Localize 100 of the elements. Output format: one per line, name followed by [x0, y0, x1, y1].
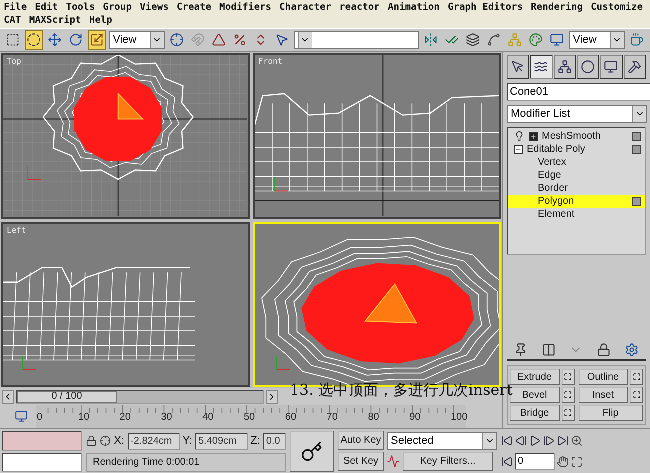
modifier-list-dropdown[interactable]: Modifier List — [507, 105, 647, 123]
cursor-icon — [511, 60, 526, 74]
stack-item[interactable]: Editable Poly — [508, 143, 645, 156]
stack-subitem[interactable]: Vertex — [508, 156, 645, 169]
next-button[interactable] — [266, 390, 278, 404]
dashed-circle-icon — [27, 33, 42, 47]
key-filters-button[interactable]: Key Filters... — [403, 452, 493, 471]
settings-button[interactable] — [630, 387, 643, 403]
menu-item[interactable]: Edit — [35, 1, 58, 14]
minus-icon[interactable] — [514, 145, 523, 154]
menu-item[interactable]: Views — [140, 1, 169, 14]
key-button[interactable] — [290, 431, 334, 472]
tick-label: 60 — [285, 412, 297, 423]
wheel-icon — [581, 60, 596, 74]
menu-item[interactable]: CAT — [4, 14, 22, 27]
key-icon — [301, 440, 323, 462]
menu-item[interactable]: Tools — [66, 1, 96, 14]
coordinate-field[interactable]: 0.0 — [263, 432, 286, 450]
coordinate-field[interactable]: 5.409cm — [195, 432, 248, 450]
skip-forward-icon — [557, 434, 569, 446]
menu-item[interactable]: Help — [89, 14, 112, 27]
polygon-tool-button[interactable]: Inset — [578, 387, 628, 403]
play-icon — [529, 434, 541, 446]
magnet-icon — [190, 33, 205, 47]
tick-label: 100 — [451, 412, 468, 423]
tick-label: 10 — [78, 412, 90, 423]
dropdown[interactable]: View — [569, 31, 625, 49]
toolbar-button[interactable] — [25, 30, 44, 50]
dropdown[interactable] — [294, 31, 420, 49]
menu-item[interactable]: Rendering — [531, 1, 584, 14]
settings-button[interactable] — [562, 405, 574, 421]
hammer-icon — [628, 60, 642, 74]
menu-item[interactable]: Animation — [388, 1, 440, 14]
menu-item[interactable]: Group — [103, 1, 132, 14]
crosshair-icon — [100, 435, 112, 447]
toggle-chip[interactable] — [632, 197, 641, 206]
menu-item[interactable]: MAXScript — [29, 14, 82, 27]
time-slider[interactable]: 0 / 100 — [16, 390, 264, 404]
caption: 13. 选中顶面，多进行几次insert — [290, 381, 513, 400]
menu-item[interactable]: Graph Editors — [448, 1, 524, 14]
hierarchy-icon — [558, 60, 572, 74]
dropdown[interactable]: View — [109, 31, 165, 49]
caret-icon — [632, 106, 646, 122]
menu-item[interactable]: Customize — [591, 1, 643, 14]
window-icon — [632, 373, 640, 381]
auto-key-button[interactable]: Auto Key — [338, 431, 384, 450]
listener-field[interactable] — [2, 431, 82, 450]
stack-subitem[interactable]: Polygon — [508, 195, 645, 208]
settings-button[interactable] — [562, 369, 574, 385]
pointer-icon — [274, 33, 289, 47]
polygon-tool-button[interactable]: Extrude — [510, 369, 560, 385]
object-name-field[interactable]: Cone01 — [507, 83, 650, 101]
tick-label: 0 — [37, 412, 43, 423]
tick-label: 30 — [161, 412, 172, 423]
step-forward-icon — [543, 434, 555, 446]
network-icon — [508, 33, 522, 47]
settings-button[interactable] — [630, 369, 643, 385]
panel-tab[interactable] — [600, 55, 623, 79]
stack-subitem[interactable]: Edge — [508, 169, 645, 182]
plus-icon[interactable] — [529, 132, 538, 141]
menu-item[interactable]: reactor — [340, 1, 380, 14]
time-slider-thumb[interactable]: 0 / 100 — [17, 390, 117, 402]
stack-subitem[interactable]: Element — [508, 208, 645, 221]
panel-tab[interactable] — [624, 55, 646, 79]
tick-label: 40 — [202, 412, 214, 423]
track-bar[interactable]: 0 10 20 30 40 50 60 70 80 90 100 — [36, 405, 466, 428]
menu-item[interactable]: Character — [280, 1, 332, 14]
settings-button[interactable] — [562, 387, 574, 403]
panel-tab[interactable] — [554, 55, 576, 79]
mirror-icon — [424, 33, 438, 47]
polygon-tool-button[interactable]: Flip — [578, 405, 643, 421]
caret-icon — [482, 432, 496, 448]
palette-icon — [529, 33, 544, 47]
previous-button[interactable] — [2, 390, 14, 404]
pin-icon — [514, 343, 528, 357]
frame-field[interactable]: 0 — [515, 453, 555, 470]
key-mode-dropdown[interactable]: Selected — [387, 432, 497, 450]
gear-icon — [625, 343, 640, 357]
menu-item[interactable]: Create — [176, 1, 212, 14]
stack-subitem[interactable]: Border — [508, 182, 645, 195]
set-key-button[interactable]: Set Key — [338, 452, 384, 471]
listener-field[interactable] — [2, 452, 82, 472]
tick-label: 80 — [368, 412, 380, 423]
monitor-icon — [14, 410, 28, 423]
stack-item[interactable]: MeshSmooth — [508, 130, 645, 143]
panel-tab[interactable] — [507, 55, 530, 79]
panel-tab[interactable] — [576, 55, 600, 79]
lightbulb-icon — [514, 131, 525, 142]
menu-item[interactable]: Modifiers — [220, 1, 272, 14]
window-icon — [564, 373, 572, 381]
scale-icon — [90, 33, 104, 47]
polygon-tool-button[interactable]: Outline — [578, 369, 628, 385]
cup-icon — [630, 33, 644, 47]
menu-item[interactable]: File — [4, 1, 28, 14]
coordinate-field[interactable]: -2.824cm — [128, 432, 180, 450]
polygon-tool-button[interactable]: Bridge — [510, 405, 560, 421]
window-icon — [564, 391, 572, 399]
step-back-icon — [515, 434, 527, 446]
panel-tab[interactable] — [530, 55, 553, 79]
toolbar-button[interactable] — [88, 30, 106, 50]
